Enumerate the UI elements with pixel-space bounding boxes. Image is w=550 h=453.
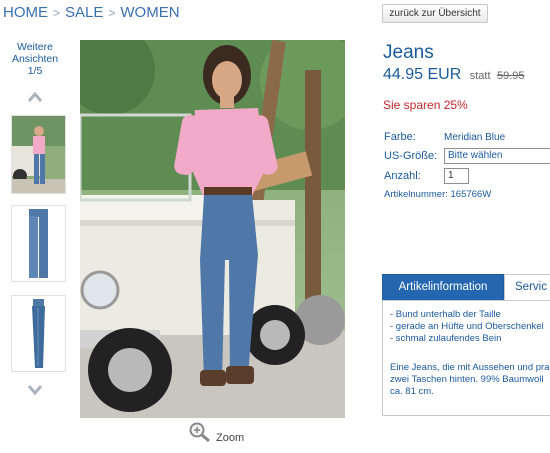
feature-list: - Bund unterhalb der Taille - gerade an … <box>390 309 544 345</box>
views-counter: 1/5 <box>27 65 43 77</box>
color-label: Farbe: <box>384 131 416 143</box>
chevron-up-icon[interactable] <box>26 90 44 104</box>
breadcrumb: HOME > SALE > WOMEN <box>3 4 180 21</box>
zoom-button[interactable]: Zoom <box>188 421 244 444</box>
price-row: 44.95 EUR statt 59.95 <box>383 66 525 84</box>
thumbnail-2[interactable] <box>11 205 66 282</box>
more-views-label: Weitere Ansichten 1/5 <box>4 41 66 77</box>
magnifier-plus-icon <box>189 422 210 443</box>
zoom-label: Zoom <box>216 432 245 444</box>
thumbnail-3[interactable] <box>11 295 66 372</box>
tab-service[interactable]: Servic <box>504 274 550 300</box>
breadcrumb-separator: > <box>108 6 116 20</box>
size-label: US-Größe: <box>384 150 438 162</box>
old-price: 59.95 <box>496 70 525 82</box>
tab-article-information[interactable]: Artikelinformation <box>382 274 504 301</box>
statt-label: statt <box>469 70 491 82</box>
list-item: - gerade an Hüfte und Oberschenkel <box>390 321 544 332</box>
chevron-down-icon[interactable] <box>26 383 44 397</box>
article-number: Artikelnummer: 165766W <box>384 189 492 200</box>
size-select[interactable]: Bitte wählen <box>444 148 550 164</box>
breadcrumb-home[interactable]: HOME <box>3 4 48 21</box>
back-to-overview-button[interactable]: zurück zur Übersicht <box>382 4 488 23</box>
article-information-panel: - Bund unterhalb der Taille - gerade an … <box>382 300 550 416</box>
product-title: Jeans <box>383 42 434 63</box>
breadcrumb-women[interactable]: WOMEN <box>120 4 179 21</box>
thumbnail-1[interactable] <box>11 115 66 194</box>
quantity-input[interactable]: 1 <box>444 168 469 184</box>
quantity-label: Anzahl: <box>384 170 421 182</box>
color-value: Meridian Blue <box>444 132 506 143</box>
savings-text: Sie sparen 25% <box>383 98 468 112</box>
product-description: Eine Jeans, die mit Aussehen und pra zwe… <box>390 362 550 397</box>
current-price: 44.95 EUR <box>383 66 462 83</box>
main-product-image[interactable] <box>80 40 345 418</box>
list-item: - Bund unterhalb der Taille <box>390 309 501 320</box>
breadcrumb-sale[interactable]: SALE <box>65 4 103 21</box>
breadcrumb-separator: > <box>53 6 61 20</box>
list-item: - schmal zulaufendes Bein <box>390 333 502 344</box>
